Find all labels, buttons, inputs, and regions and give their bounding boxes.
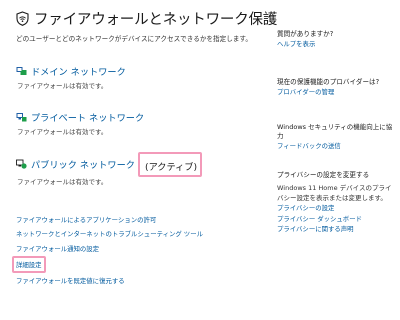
get-help-link[interactable]: ヘルプを表示 — [277, 39, 395, 50]
restore-defaults-link[interactable]: ファイアウォールを既定値に復元する — [16, 276, 125, 285]
public-network-section: パブリック ネットワーク (アクティブ) ファイアウォールは有効です。 — [16, 151, 203, 186]
domain-network-icon — [16, 67, 27, 75]
domain-network-section: ドメイン ネットワーク ファイアウォールは有効です。 — [16, 64, 126, 90]
provider-heading: 現在の保護機能のプロバイダーは? — [277, 78, 380, 86]
network-status: ファイアウォールは有効です。 — [17, 128, 108, 136]
settings-links: ファイアウォールによるアプリケーションの許可 ネットワークとインターネットのトラ… — [12, 212, 203, 288]
page-title: ファイアウォールとネットワーク保護 — [34, 12, 278, 28]
public-network-icon — [16, 159, 27, 169]
provider-section: 現在の保護機能のプロバイダーは? プロバイダーの管理 — [277, 78, 395, 98]
privacy-settings-link[interactable]: プライバシーの設定 — [277, 203, 395, 214]
feedback-section: Windows セキュリティの機能向上に協力 フィードバックの送信 — [277, 123, 395, 152]
page-subtitle: どのユーザーとどのネットワークがデバイスにアクセスできるかを指定します。 — [16, 35, 252, 43]
improve-heading: Windows セキュリティの機能向上に協力 — [277, 123, 393, 140]
privacy-statement-link[interactable]: プライバシーに関する声明 — [277, 224, 395, 235]
privacy-heading: プライバシーの設定を変更する — [277, 171, 370, 179]
network-link-domain[interactable]: ドメイン ネットワーク — [31, 64, 126, 78]
page-header: ファイアウォールとネットワーク保護 — [16, 8, 277, 29]
wifi-shield-icon — [16, 11, 29, 26]
help-section: 質問がありますか? ヘルプを表示 — [277, 30, 395, 50]
manage-providers-link[interactable]: プロバイダーの管理 — [277, 87, 395, 98]
notification-settings-link[interactable]: ファイアウォール通知の設定 — [16, 244, 99, 253]
active-label: (アクティブ) — [144, 161, 198, 173]
network-link-public[interactable]: パブリック ネットワーク — [31, 157, 135, 171]
send-feedback-link[interactable]: フィードバックの送信 — [277, 141, 395, 152]
privacy-dashboard-link[interactable]: プライバシー ダッシュボード — [277, 214, 395, 225]
privacy-section: プライバシーの設定を変更する Windows 11 Home デバイスのプライバ… — [277, 171, 395, 235]
help-heading: 質問がありますか? — [277, 30, 334, 38]
private-network-icon — [16, 113, 27, 122]
network-status: ファイアウォールは有効です。 — [17, 82, 108, 90]
troubleshooter-link[interactable]: ネットワークとインターネットのトラブルシューティング ツール — [16, 229, 203, 238]
private-network-section: プライベート ネットワーク ファイアウォールは有効です。 — [16, 110, 144, 136]
allow-app-link[interactable]: ファイアウォールによるアプリケーションの許可 — [16, 215, 156, 224]
network-link-private[interactable]: プライベート ネットワーク — [31, 110, 144, 124]
advanced-settings-link[interactable]: 詳細設定 — [16, 260, 42, 269]
network-status: ファイアウォールは有効です。 — [17, 178, 108, 186]
active-highlight: (アクティブ) — [137, 151, 203, 177]
advanced-settings-highlight: 詳細設定 — [12, 256, 46, 273]
privacy-description: Windows 11 Home デバイスのプライバシー設定を表示または変更します… — [277, 184, 392, 202]
